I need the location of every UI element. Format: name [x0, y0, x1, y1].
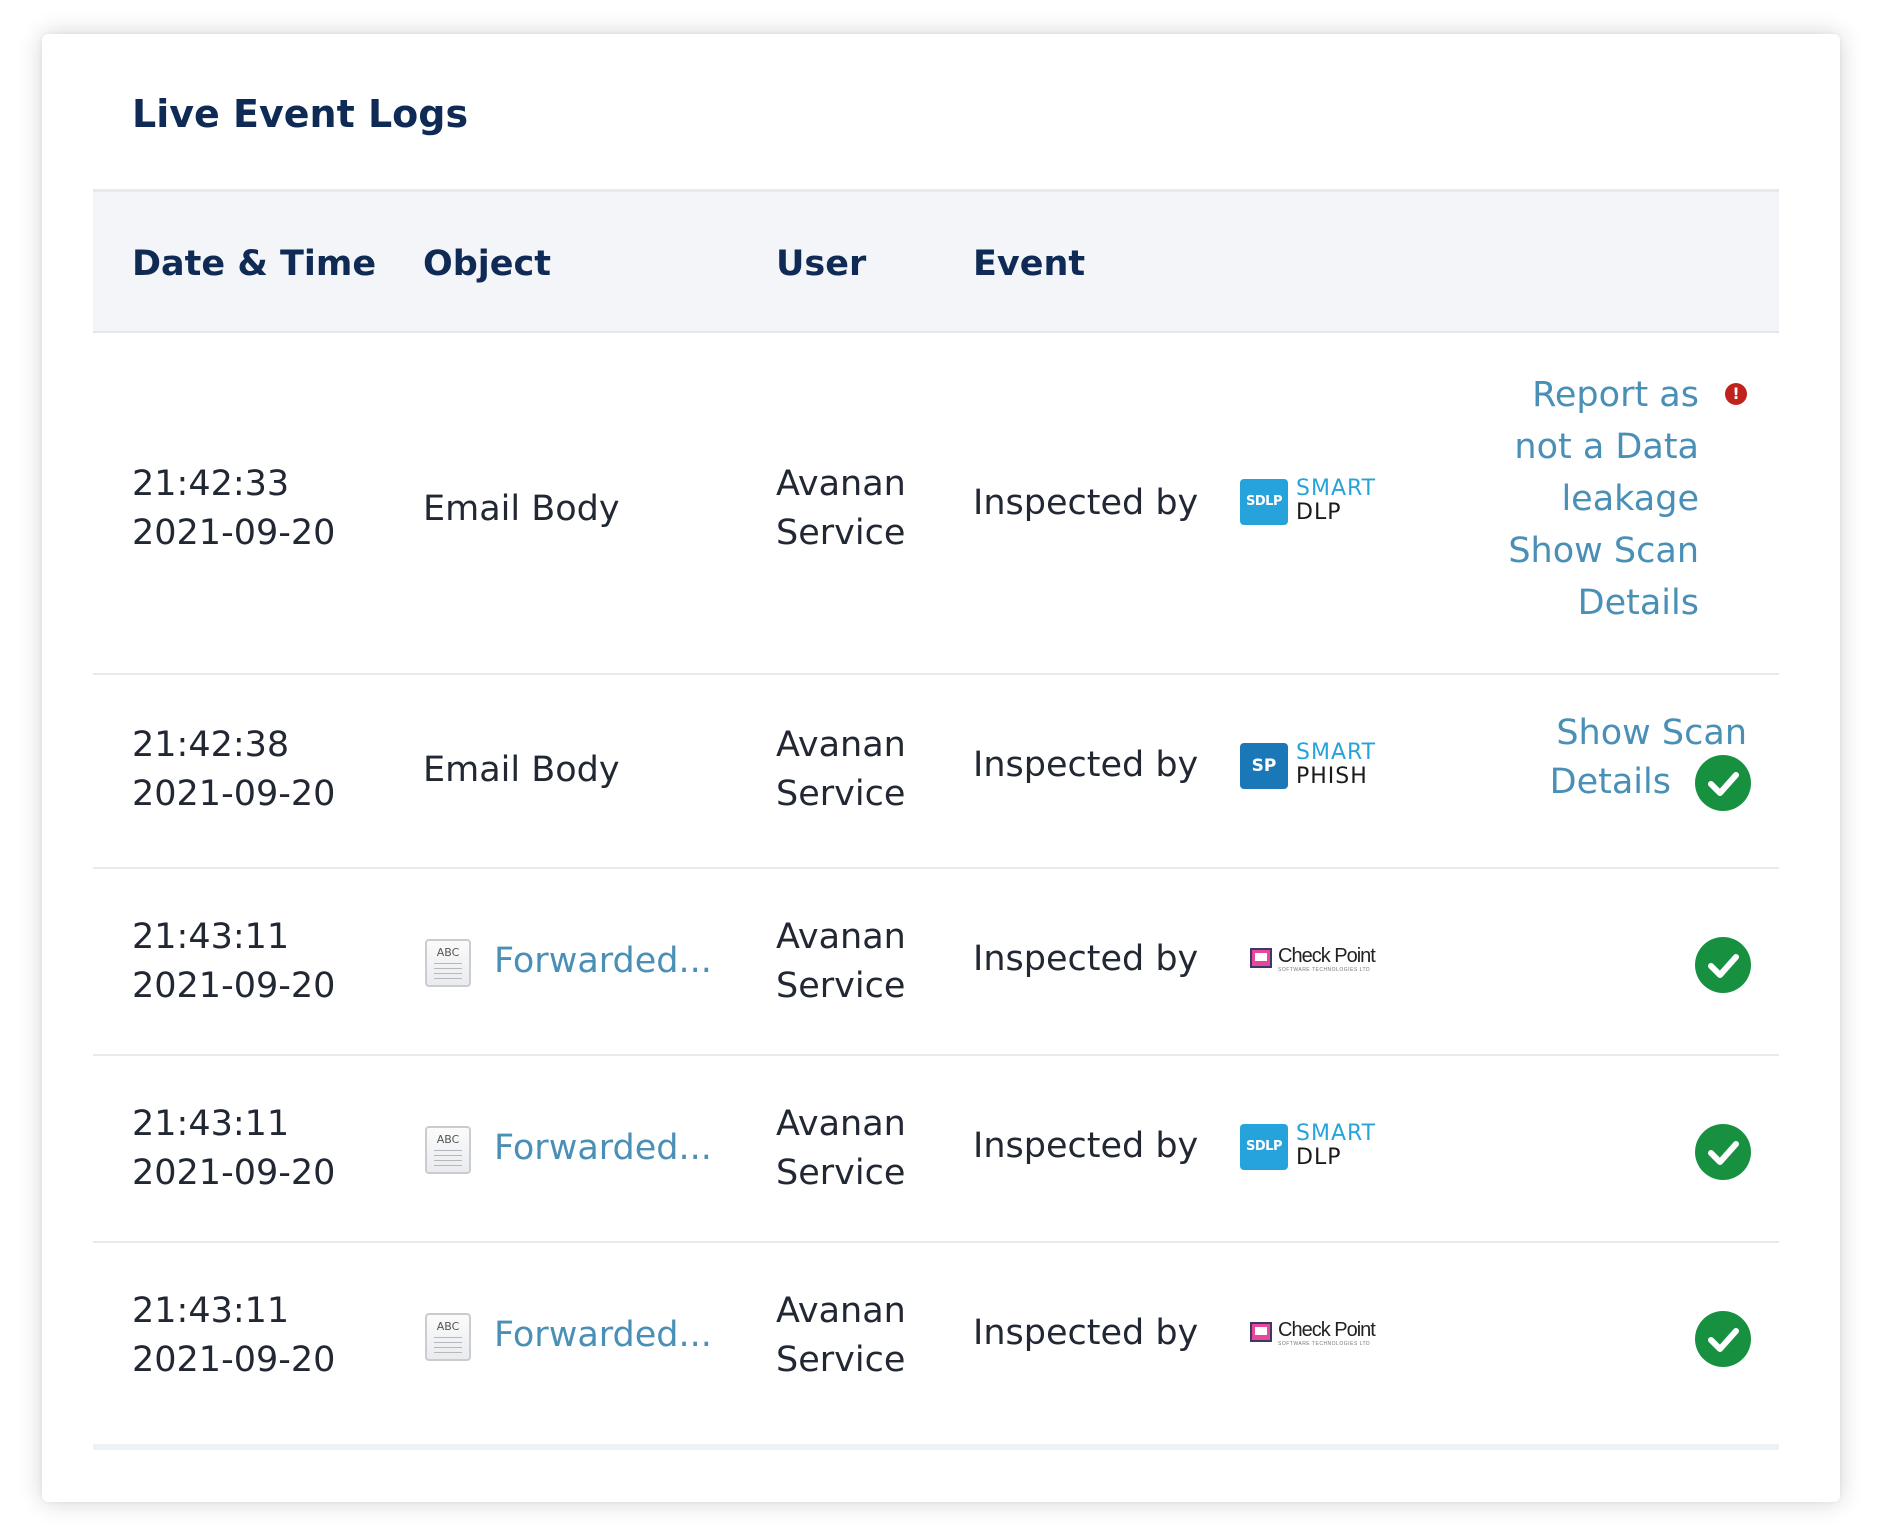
row-user: Avanan Service: [776, 1291, 906, 1380]
row-event-text: Inspected by: [973, 1313, 1199, 1353]
check-circle-icon: [1695, 937, 1751, 993]
alert-circle-icon: !: [1725, 383, 1747, 405]
row-object: Email Body: [423, 750, 620, 790]
check-circle-icon: [1695, 1311, 1751, 1367]
show-scan-details-link-line2[interactable]: Details: [1550, 756, 1671, 808]
column-header-date-time[interactable]: Date & Time: [132, 192, 376, 336]
row-time: 21:42:38: [132, 725, 290, 765]
smart-dlp-badge: SDLP: [1240, 1124, 1288, 1170]
check-point-logo: Check Point SOFTWARE TECHNOLOGIES LTD: [1250, 1319, 1390, 1349]
row-datetime: 21:42:38 2021-09-20: [132, 721, 335, 819]
row-user: Avanan Service: [776, 464, 906, 553]
smart-phish-badge: SP: [1240, 743, 1288, 789]
card-title: Live Event Logs: [132, 92, 469, 136]
text-file-icon: ABC: [425, 1313, 471, 1361]
event-log-table: Date & Time Object User Event 21:42:33 2…: [93, 189, 1779, 1450]
row-event-text: Inspected by: [973, 1126, 1199, 1166]
table-row: 21:43:11 2021-09-20 ABC Forwarded... Ava…: [93, 1243, 1779, 1438]
check-point-logo-icon: [1250, 948, 1272, 968]
check-point-logo: Check Point SOFTWARE TECHNOLOGIES LTD: [1250, 945, 1390, 975]
live-event-logs-card: Live Event Logs Date & Time Object User …: [42, 34, 1840, 1502]
row-time: 21:43:11: [132, 1104, 290, 1144]
text-file-icon: ABC: [425, 939, 471, 987]
row-event-text: Inspected by: [973, 483, 1199, 523]
smart-dlp-badge: SDLP: [1240, 479, 1288, 525]
check-circle-icon: [1695, 1124, 1751, 1180]
row-event-text: Inspected by: [973, 939, 1199, 979]
smart-phish-logo: SP SMART PHISH: [1240, 741, 1390, 791]
table-row: 21:43:11 2021-09-20 ABC Forwarded... Ava…: [93, 869, 1779, 1056]
column-header-object[interactable]: Object: [423, 192, 551, 336]
row-date: 2021-09-20: [132, 1153, 336, 1193]
row-user: Avanan Service: [776, 1104, 906, 1193]
show-scan-details-link[interactable]: Show Scan Details: [1508, 525, 1699, 629]
row-time: 21:42:33: [132, 464, 290, 504]
report-not-data-leakage-link[interactable]: Report as not a Data leakage: [1514, 369, 1699, 525]
row-datetime: 21:43:11 2021-09-20: [132, 1100, 335, 1198]
row-event-text: Inspected by: [973, 745, 1199, 785]
row-time: 21:43:11: [132, 917, 290, 957]
row-user: Avanan Service: [776, 725, 906, 814]
row-object-link[interactable]: Forwarded...: [494, 1311, 712, 1360]
row-datetime: 21:42:33 2021-09-20: [132, 460, 335, 558]
check-point-logo-icon: [1250, 1322, 1272, 1342]
row-object-link[interactable]: Forwarded...: [494, 937, 712, 986]
row-object: Email Body: [423, 489, 620, 529]
row-date: 2021-09-20: [132, 1340, 336, 1380]
text-file-icon: ABC: [425, 1126, 471, 1174]
row-user: Avanan Service: [776, 917, 906, 1006]
table-row: 21:42:38 2021-09-20 Email Body Avanan Se…: [93, 675, 1779, 869]
table-row: 21:42:33 2021-09-20 Email Body Avanan Se…: [93, 333, 1779, 675]
row-datetime: 21:43:11 2021-09-20: [132, 913, 335, 1011]
row-time: 21:43:11: [132, 1291, 290, 1331]
show-scan-details-link[interactable]: Show Scan: [1556, 707, 1747, 759]
table-row: 21:43:11 2021-09-20 ABC Forwarded... Ava…: [93, 1056, 1779, 1243]
row-datetime: 21:43:11 2021-09-20: [132, 1287, 335, 1385]
row-date: 2021-09-20: [132, 513, 336, 553]
column-header-user[interactable]: User: [776, 192, 866, 336]
smart-dlp-logo: SDLP SMART DLP: [1240, 477, 1390, 527]
row-date: 2021-09-20: [132, 774, 336, 814]
table-header: Date & Time Object User Event: [93, 189, 1779, 333]
row-object-link[interactable]: Forwarded...: [494, 1124, 712, 1173]
smart-dlp-logo: SDLP SMART DLP: [1240, 1122, 1390, 1172]
check-circle-icon: [1695, 755, 1751, 811]
row-date: 2021-09-20: [132, 966, 336, 1006]
column-header-event[interactable]: Event: [973, 192, 1085, 336]
